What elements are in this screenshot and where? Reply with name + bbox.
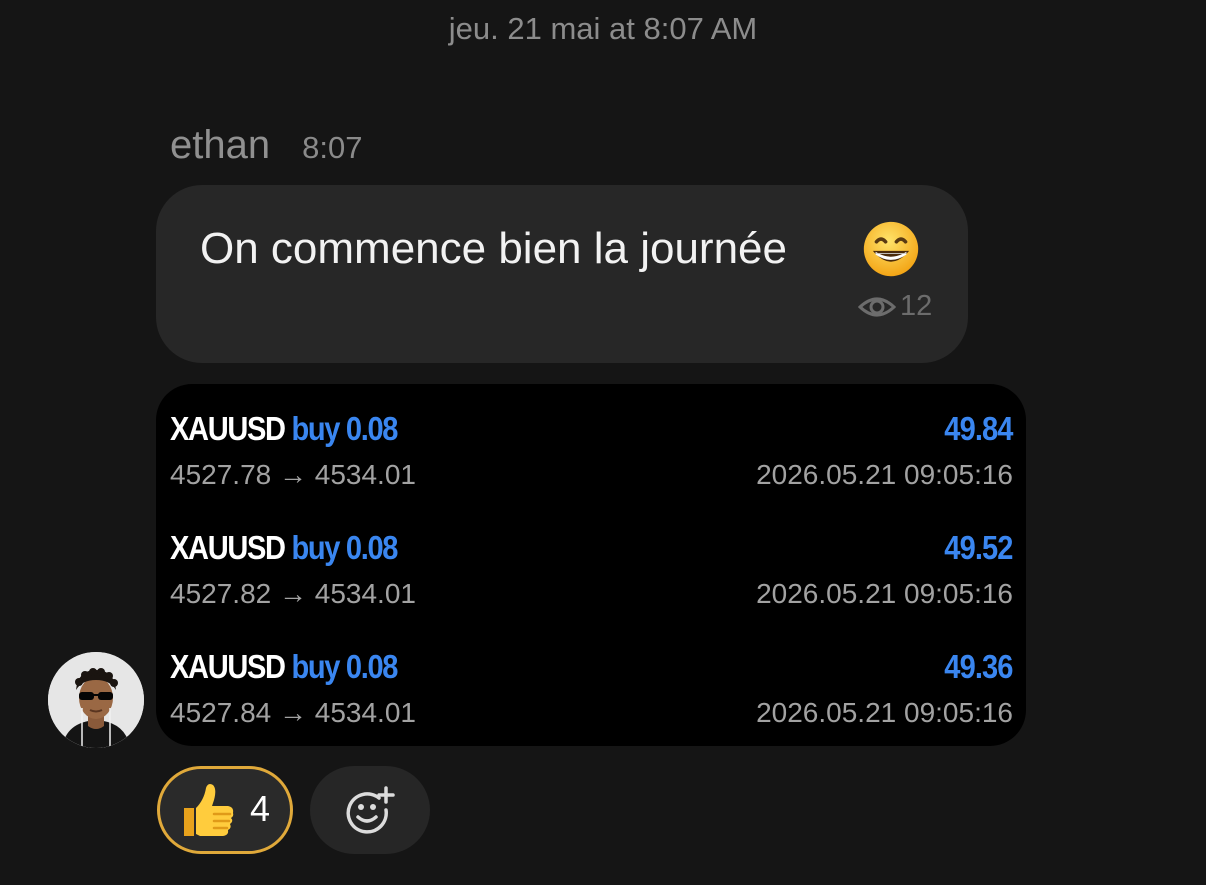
view-count: 12 xyxy=(858,290,932,323)
thumbs-up-emoji xyxy=(184,784,234,836)
reaction-count: 4 xyxy=(250,788,271,829)
message-time: 8:07 xyxy=(302,130,363,165)
trade-side: buy 0.08 xyxy=(291,648,398,685)
view-count-value: 12 xyxy=(900,290,933,322)
trade-symbol-line: XAUUSD buy 0.08 xyxy=(170,529,398,566)
message-bubble[interactable] xyxy=(156,185,968,363)
trade-side: buy 0.08 xyxy=(291,529,398,566)
sender-name[interactable]: ethan xyxy=(170,122,270,168)
avatar[interactable] xyxy=(48,652,144,748)
add-reaction-button[interactable] xyxy=(310,766,430,854)
date-header: jeu. 21 mai at 8:07 AM xyxy=(448,11,758,46)
chat-view: jeu. 21 mai at 8:07 AM ethan 8:07 On com… xyxy=(0,0,1206,885)
avatar-image xyxy=(48,652,144,748)
message-header: ethan 8:07 xyxy=(170,122,362,168)
trade-timestamp: 2026.05.21 09:05:16 xyxy=(756,697,1013,728)
trade-prices: 4527.78 → 4534.01 xyxy=(170,459,416,490)
trade-row: XAUUSD buy 0.08 49.84 4527.78 → 4534.01 … xyxy=(170,406,1014,506)
trade-prices: 4527.82 → 4534.01 xyxy=(170,578,416,609)
trade-profit: 49.36 xyxy=(944,648,1014,685)
trade-symbol-line: XAUUSD buy 0.08 xyxy=(170,410,398,447)
trade-row: XAUUSD buy 0.08 49.52 4527.82 → 4534.01 … xyxy=(170,525,1014,625)
eye-icon xyxy=(858,297,896,316)
grinning-face-emoji xyxy=(863,221,919,277)
message-text: On commence bien la journée xyxy=(200,224,787,273)
trade-prices: 4527.84 → 4534.01 xyxy=(170,697,416,728)
trade-side: buy 0.08 xyxy=(291,410,398,447)
trade-timestamp: 2026.05.21 09:05:16 xyxy=(756,578,1013,609)
trade-profit: 49.84 xyxy=(944,410,1014,447)
trade-symbol-line: XAUUSD buy 0.08 xyxy=(170,648,398,685)
add-reaction-icon xyxy=(346,786,395,834)
trade-timestamp: 2026.05.21 09:05:16 xyxy=(756,459,1013,490)
trade-profit: 49.52 xyxy=(944,529,1014,566)
trade-row: XAUUSD buy 0.08 49.36 4527.84 → 4534.01 … xyxy=(170,644,1014,744)
